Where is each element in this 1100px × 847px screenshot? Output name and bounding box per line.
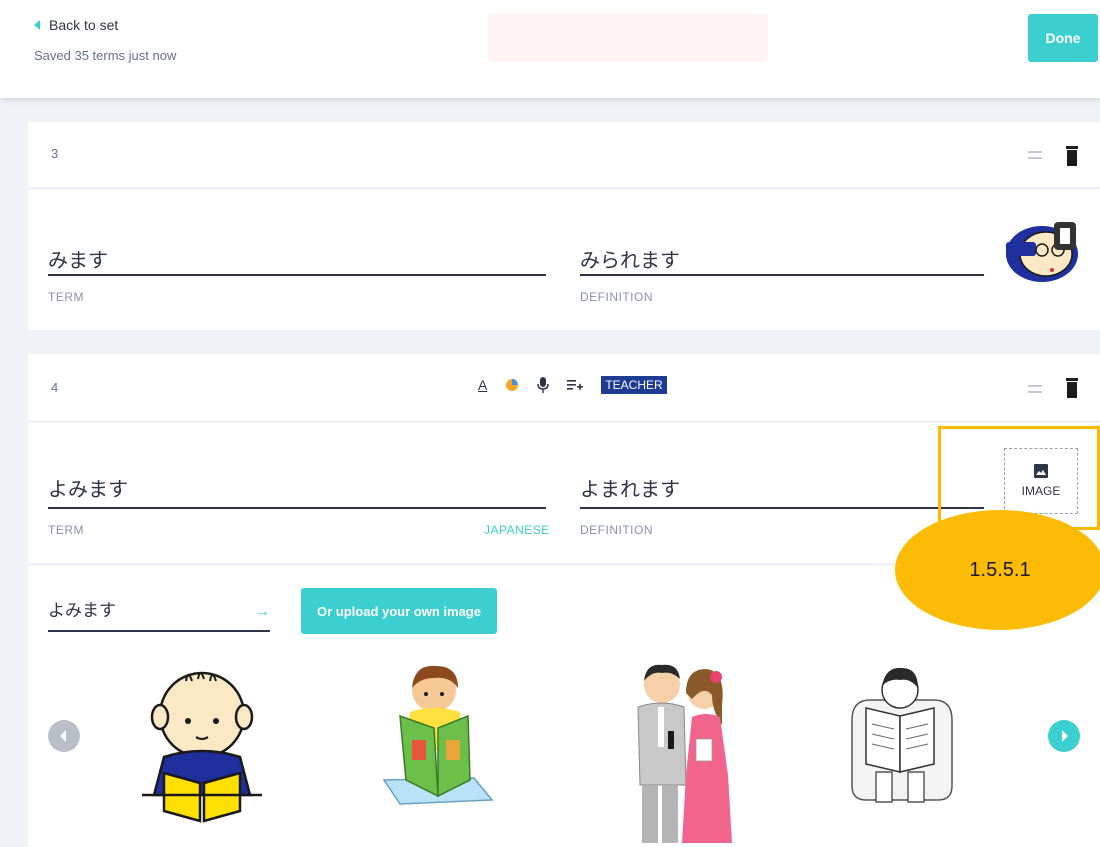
image-result-man-newspaper[interactable] [846,660,958,810]
carousel-prev-button[interactable] [48,720,80,752]
term-underline [48,507,546,509]
chevron-right-icon [1062,730,1068,742]
trash-icon[interactable] [1064,378,1080,398]
definition-underline [580,274,984,276]
text-format-icon[interactable]: A [478,377,487,393]
term-card-3-header: 3 [28,122,1100,187]
set-title-area [488,14,768,62]
definition-input[interactable]: よまれます [580,473,680,502]
step-annotation-bubble: 1.5.5.1 [895,510,1100,630]
drag-handle-icon[interactable] [1028,151,1042,159]
back-arrow-icon [34,20,40,30]
color-picker-icon[interactable] [505,378,519,392]
image-search-input[interactable]: よみます [48,596,116,621]
definition-underline [580,507,984,509]
formatting-toolbar: A TEACHER [478,373,667,397]
chevron-left-icon [60,730,66,742]
term-input[interactable]: よみます [48,473,128,502]
saved-status: Saved 35 terms just now [34,48,177,63]
trash-icon[interactable] [1064,146,1080,166]
term-number: 4 [51,380,59,395]
add-list-icon[interactable] [567,379,584,391]
top-bar: Back to set Saved 35 terms just now Done [0,0,1100,98]
term-input[interactable]: みます [48,244,108,273]
term-number: 3 [51,146,59,161]
term-image-thumbnail[interactable] [1002,214,1080,284]
image-search-underline [48,630,270,632]
definition-label: DEFINITION [580,290,653,304]
microphone-icon[interactable] [537,377,550,393]
definition-input[interactable]: みられます [580,244,680,273]
term-underline [48,274,546,276]
done-button[interactable]: Done [1028,14,1098,62]
back-to-set-link[interactable]: Back to set [34,17,118,33]
term-label: TERM [48,523,84,537]
step-label: 1.5.5.1 [969,558,1031,581]
carousel-next-button[interactable] [1048,720,1080,752]
definition-label: DEFINITION [580,523,653,537]
image-result-child-reading[interactable] [142,655,262,825]
back-label: Back to set [49,17,119,33]
image-result-wedding-couple[interactable] [628,655,738,845]
term-language-link[interactable]: JAPANESE [484,523,550,537]
search-arrow-icon[interactable]: → [254,603,270,621]
image-result-boy-reading[interactable] [380,660,496,810]
upload-image-button[interactable]: Or upload your own image [301,588,497,634]
term-card-3-body: みます TERM みられます DEFINITION [28,190,1100,330]
term-label: TERM [48,290,84,304]
teacher-badge[interactable]: TEACHER [601,376,667,394]
drag-handle-icon[interactable] [1028,385,1042,393]
